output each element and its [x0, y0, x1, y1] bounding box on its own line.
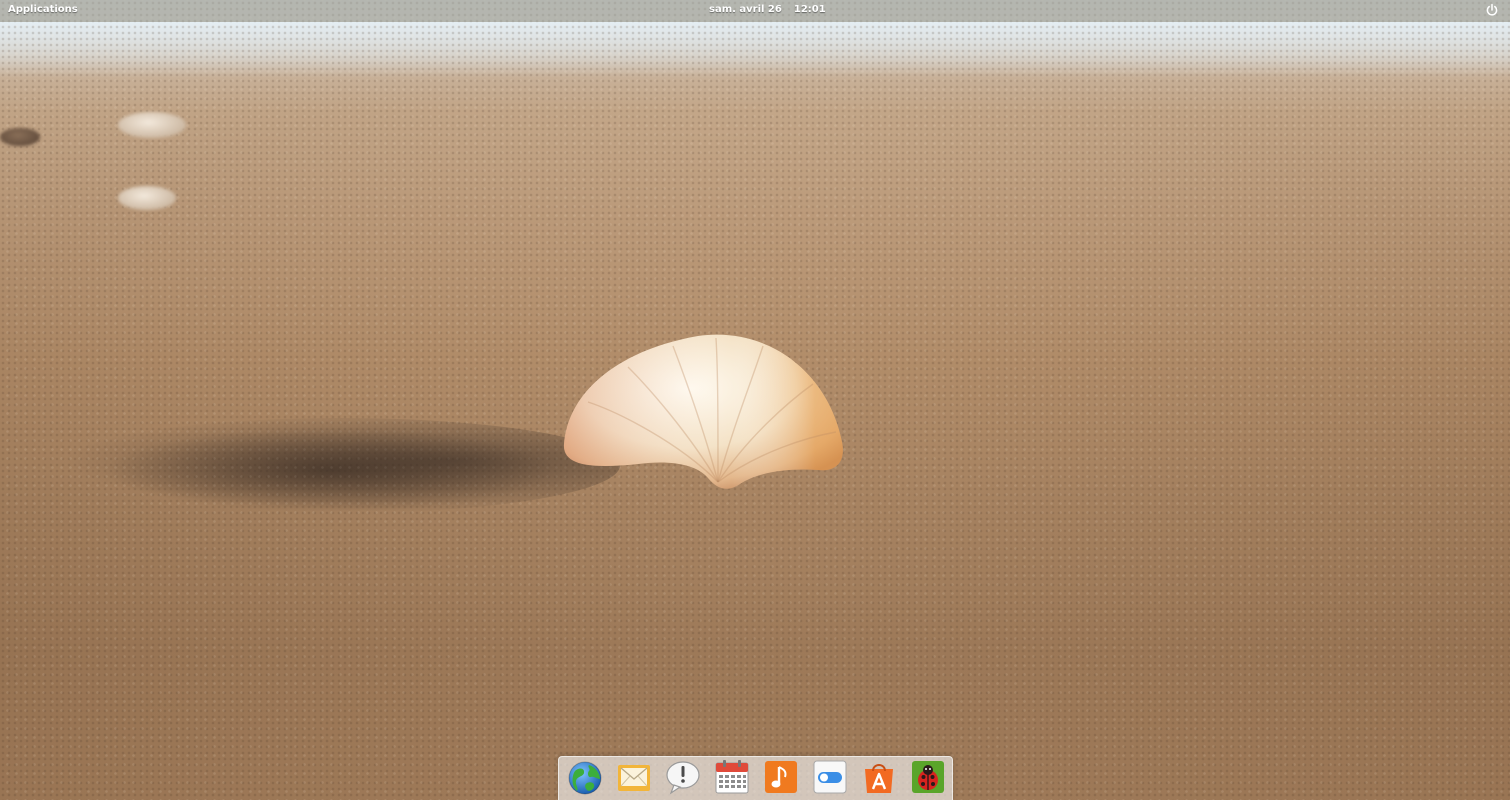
wallpaper-seashell: [563, 334, 843, 489]
dock-item-web-browser[interactable]: [567, 759, 603, 795]
app-center-icon: [865, 764, 893, 793]
wallpaper-shell-shadow: [60, 418, 620, 513]
dock-item-system-settings[interactable]: [812, 759, 848, 795]
dock-item-app-center[interactable]: [861, 759, 897, 795]
power-icon[interactable]: [1485, 3, 1499, 17]
settings-switch-icon: [813, 760, 847, 794]
dock-item-music[interactable]: [763, 759, 799, 795]
mail-icon: [618, 765, 650, 791]
date-time-indicator[interactable]: sam. avril 26 12:01: [709, 4, 826, 15]
web-browser-icon: [568, 761, 602, 795]
bug-reporter-icon: [912, 761, 944, 793]
top-panel: Applications sam. avril 26 12:01: [0, 0, 1510, 22]
wallpaper-pebble: [0, 128, 40, 146]
calendar-icon: [715, 760, 749, 794]
date-label: sam. avril 26: [709, 4, 782, 15]
wallpaper-pebble: [118, 112, 186, 138]
dock-item-bug-reporter[interactable]: [910, 759, 946, 795]
dock-item-messaging[interactable]: [665, 759, 701, 795]
messaging-icon: [666, 761, 700, 795]
wallpaper-pebble: [118, 186, 176, 210]
dock: [558, 756, 953, 800]
music-icon: [765, 761, 797, 793]
applications-menu-button[interactable]: Applications: [8, 4, 78, 15]
dock-item-calendar[interactable]: [714, 759, 750, 795]
desktop: Applications sam. avril 26 12:01: [0, 0, 1510, 800]
dock-item-mail[interactable]: [616, 759, 652, 795]
time-label: 12:01: [793, 4, 826, 15]
